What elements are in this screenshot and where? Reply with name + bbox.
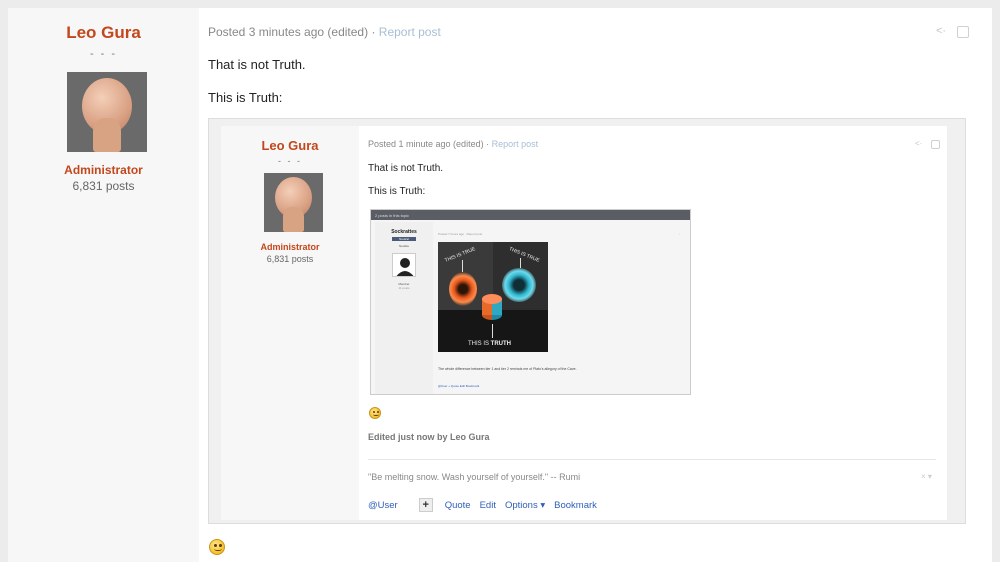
author-panel: Leo Gura - - - Administrator 6,831 posts bbox=[8, 8, 199, 562]
author-role: Administrator bbox=[64, 163, 143, 177]
post-meta: Posted 3 minutes ago (edited) · Report p… bbox=[208, 25, 441, 39]
cylinder-object bbox=[482, 294, 502, 320]
art-label-bottom: THIS IS TRUTH bbox=[468, 341, 511, 347]
bookmark-link: Bookmark bbox=[554, 499, 597, 511]
embedded-avatar bbox=[264, 173, 323, 232]
embedded-report-link: Report post bbox=[491, 139, 539, 149]
embedded-author-name: Leo Gura bbox=[261, 138, 319, 153]
nested-sub: Newbie bbox=[398, 244, 409, 248]
embedded-post-actions: @User + Quote Edit Options ▾ Bookmark bbox=[368, 498, 606, 512]
embedded-meta-separator: · bbox=[483, 139, 492, 149]
smiley-emoji-icon bbox=[369, 407, 381, 419]
options-dropdown: Options ▾ bbox=[504, 499, 546, 511]
signature-quote: "Be melting snow. Wash yourself of yours… bbox=[368, 472, 581, 482]
edited-note: Edited just now by Leo Gura bbox=[368, 432, 490, 442]
nested-author-panel: Sockrattes Neutral Newbie Member 11 post… bbox=[375, 222, 433, 394]
author-rank-dashes: - - - bbox=[89, 48, 118, 60]
multiquote-checkbox[interactable] bbox=[957, 26, 969, 38]
art-label-bottom-bold: TRUTH bbox=[490, 341, 512, 347]
embedded-author-panel: Leo Gura - - - Administrator 6,831 posts bbox=[221, 126, 359, 520]
meta-separator: · bbox=[368, 25, 379, 39]
post-text-line-2: This is Truth: bbox=[208, 90, 283, 105]
embedded-author-dashes: - - - bbox=[278, 156, 302, 166]
nested-count: 11 posts bbox=[398, 286, 410, 290]
embedded-post-timestamp: Posted 1 minute ago (edited) bbox=[368, 139, 484, 149]
nested-share-icon: < · bbox=[678, 232, 682, 236]
orange-square-shadow bbox=[449, 272, 477, 306]
embedded-author-post-count: 6,831 posts bbox=[266, 254, 314, 264]
signature-close-icon: × ▾ bbox=[921, 472, 932, 481]
embedded-text-line-1: That is not Truth. bbox=[368, 163, 444, 174]
embedded-checkbox bbox=[931, 140, 940, 149]
edit-link: Edit bbox=[479, 499, 496, 511]
nested-posted: Posted 7 hours ago · Report post bbox=[438, 232, 483, 236]
share-icon[interactable]: <· bbox=[936, 25, 946, 37]
art-label-bottom-prefix: THIS IS bbox=[468, 341, 491, 347]
embedded-post-meta: Posted 1 minute ago (edited) · Report po… bbox=[368, 139, 538, 149]
embedded-share-icon: <· bbox=[915, 139, 923, 148]
embedded-screenshot[interactable]: Leo Gura - - - Administrator 6,831 posts… bbox=[208, 118, 966, 524]
author-post-count: 6,831 posts bbox=[72, 179, 135, 193]
truth-artwork: THIS IS TRUE THIS IS TRUE THIS IS TRUTH bbox=[438, 242, 548, 352]
author-name[interactable]: Leo Gura bbox=[8, 23, 199, 43]
report-post-link[interactable]: Report post bbox=[379, 25, 441, 39]
nested-screenshot: 2 posts in this topic Sockrattes Neutral… bbox=[370, 209, 691, 395]
nested-author-name: Sockrattes bbox=[391, 229, 417, 235]
post-timestamp: Posted 3 minutes ago (edited) bbox=[208, 25, 369, 39]
quote-link: Quote bbox=[444, 499, 471, 511]
nested-actions: @User + Quote Edit Bookmark bbox=[438, 384, 480, 388]
blue-circle-shadow bbox=[502, 268, 536, 302]
mention-user-link: @User bbox=[368, 499, 398, 511]
plus-icon: + bbox=[418, 498, 433, 512]
forum-post: Leo Gura - - - Administrator 6,831 posts… bbox=[8, 8, 992, 562]
nested-caption: The whole difference between tier 1 and … bbox=[438, 367, 577, 371]
silhouette-avatar-icon bbox=[392, 253, 416, 277]
embedded-post: Leo Gura - - - Administrator 6,831 posts… bbox=[221, 126, 947, 520]
embedded-author-role: Administrator bbox=[260, 242, 320, 252]
post-text-line-1: That is not Truth. bbox=[208, 57, 306, 72]
avatar[interactable] bbox=[67, 72, 147, 152]
nested-badge: Neutral bbox=[392, 237, 416, 241]
signature-divider bbox=[368, 459, 936, 460]
nested-topbar: 2 posts in this topic bbox=[371, 210, 690, 220]
smiley-emoji-icon bbox=[209, 539, 225, 555]
embedded-text-line-2: This is Truth: bbox=[368, 186, 426, 197]
